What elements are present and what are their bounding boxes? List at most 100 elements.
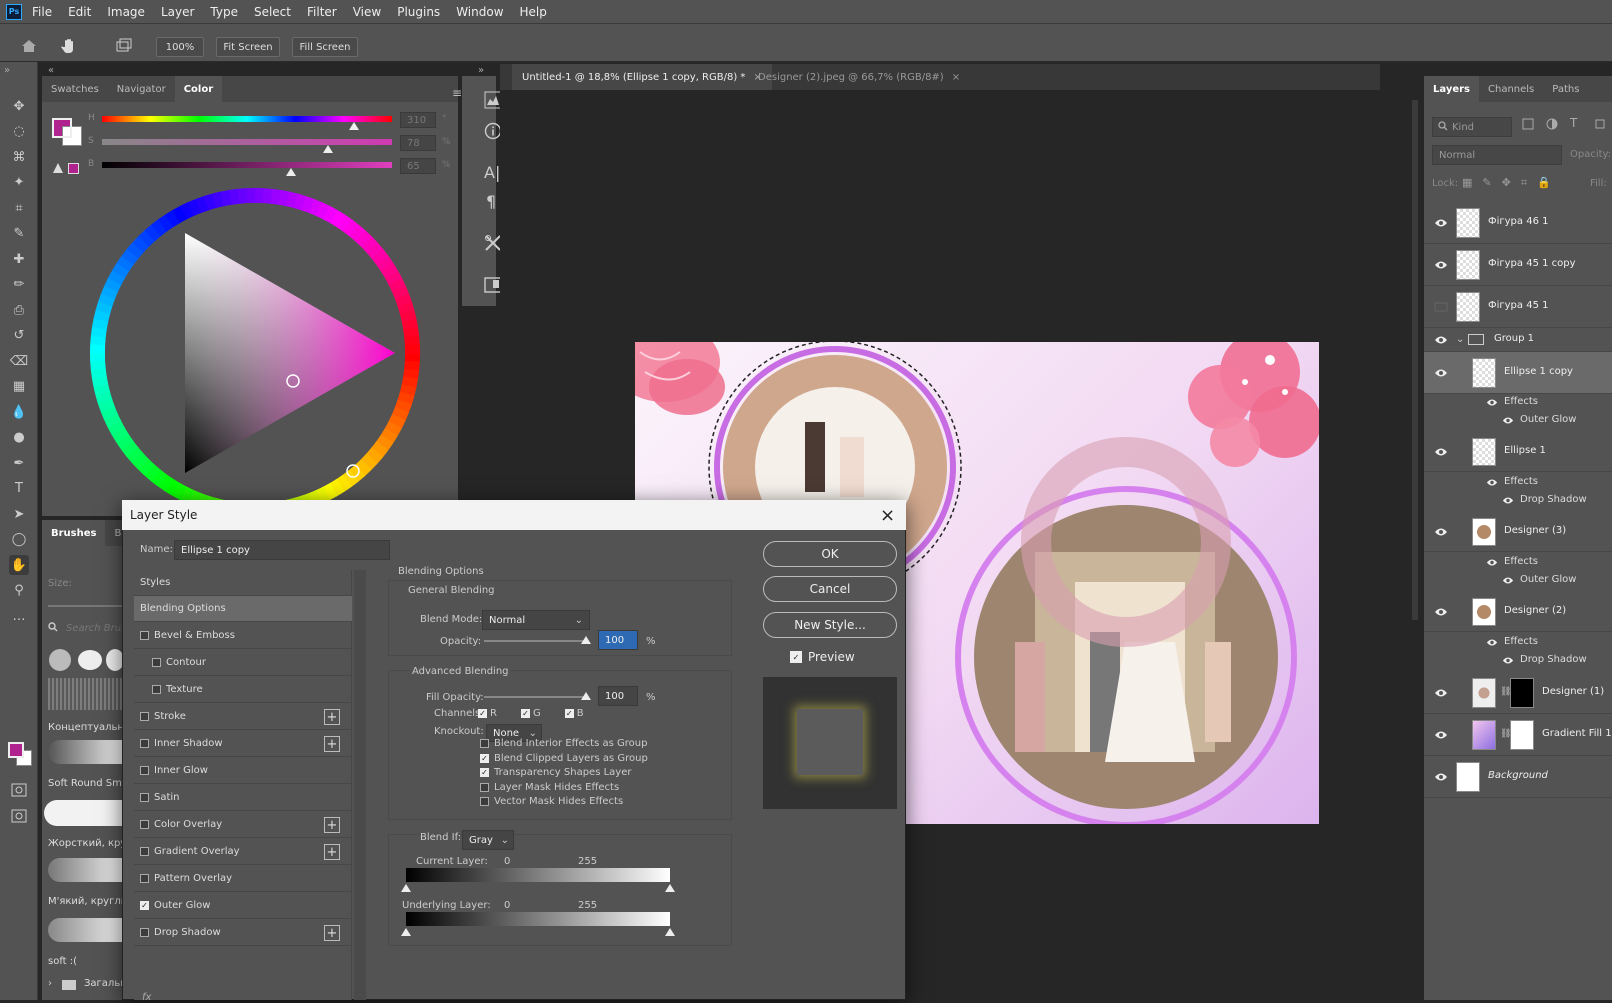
- layer-row[interactable]: Фігура 46 1: [1424, 202, 1612, 244]
- layer-name[interactable]: Фігура 46 1: [1488, 216, 1548, 227]
- layer-row[interactable]: Фігура 45 1 copy: [1424, 244, 1612, 286]
- spot-healing-icon[interactable]: ✚: [9, 249, 29, 269]
- layer-name[interactable]: Ellipse 1 copy: [1504, 366, 1573, 377]
- advanced-option[interactable]: Vector Mask Hides Effects: [480, 796, 623, 807]
- name-field[interactable]: Ellipse 1 copy: [174, 540, 390, 560]
- layer-row[interactable]: Фігура 45 1: [1424, 286, 1612, 328]
- pixel-filter-icon[interactable]: [1522, 118, 1534, 130]
- eye-icon[interactable]: [1434, 527, 1448, 537]
- style-checkbox[interactable]: [152, 658, 161, 667]
- tab-layers[interactable]: Layers: [1424, 76, 1479, 102]
- lasso-icon[interactable]: ⌘: [9, 147, 29, 167]
- style-row[interactable]: Contour: [134, 650, 352, 676]
- layer-name[interactable]: Group 1: [1494, 333, 1534, 344]
- shape-filter-icon[interactable]: [1594, 118, 1606, 130]
- layer-effect-row[interactable]: Drop Shadow: [1424, 492, 1612, 510]
- brush-stroke-preview[interactable]: [48, 740, 122, 764]
- style-row[interactable]: Pattern Overlay: [134, 866, 352, 892]
- add-style-icon[interactable]: +: [324, 736, 340, 752]
- menu-edit[interactable]: Edit: [68, 5, 91, 19]
- advanced-option-checkbox[interactable]: [480, 797, 489, 806]
- adjustment-filter-icon[interactable]: [1546, 118, 1558, 130]
- style-row[interactable]: Gradient Overlay +: [134, 839, 352, 865]
- hand-icon[interactable]: ✋: [9, 555, 29, 575]
- style-checkbox[interactable]: [140, 928, 149, 937]
- ellipse-tool-icon[interactable]: ◯: [9, 530, 29, 550]
- layer-thumbnail[interactable]: [1472, 678, 1496, 708]
- menu-view[interactable]: View: [353, 5, 381, 19]
- fill-opacity-slider[interactable]: [484, 696, 588, 698]
- layer-effect-row[interactable]: Effects: [1424, 394, 1612, 412]
- slider-thumb-b[interactable]: [285, 168, 296, 176]
- blur-icon[interactable]: 💧: [9, 402, 29, 422]
- layer-thumbnail[interactable]: [1472, 720, 1496, 750]
- eye-icon[interactable]: [1502, 416, 1514, 425]
- tab-designer-2[interactable]: Designer (2).jpeg @ 66,7% (RGB/8#) ×: [748, 64, 970, 90]
- layer-effect-row[interactable]: Effects: [1424, 554, 1612, 572]
- layer-effect-row[interactable]: Effects: [1424, 634, 1612, 652]
- layer-row[interactable]: Ellipse 1: [1424, 432, 1612, 472]
- channel-b[interactable]: ✓ B: [553, 708, 584, 719]
- style-row[interactable]: Satin: [134, 785, 352, 811]
- eye-icon[interactable]: [1434, 260, 1448, 270]
- tab-color[interactable]: Color: [174, 76, 223, 102]
- slider-value-s[interactable]: 78: [400, 135, 436, 151]
- add-style-icon[interactable]: +: [324, 844, 340, 860]
- photoshop-logo[interactable]: Ps: [6, 3, 22, 20]
- color-wheel[interactable]: [90, 188, 420, 518]
- style-checkbox[interactable]: [140, 712, 149, 721]
- style-checkbox[interactable]: [140, 766, 149, 775]
- style-checkbox[interactable]: [140, 847, 149, 856]
- zoom-100-button[interactable]: 100%: [156, 37, 204, 57]
- move-icon[interactable]: ✥: [9, 96, 29, 116]
- eye-icon[interactable]: [1434, 218, 1448, 228]
- layer-name[interactable]: Designer (1): [1542, 686, 1604, 697]
- advanced-option[interactable]: Blend Interior Effects as Group: [480, 738, 647, 749]
- style-row[interactable]: Blending Options: [134, 596, 352, 622]
- tab-swatches[interactable]: Swatches: [42, 76, 108, 102]
- fill-opacity-input[interactable]: 100: [598, 686, 638, 706]
- eye-icon[interactable]: [1486, 558, 1498, 567]
- advanced-option-checkbox[interactable]: ✓: [480, 768, 489, 777]
- slider-b[interactable]: [102, 162, 392, 168]
- eye-icon[interactable]: [1502, 496, 1514, 505]
- eye-icon[interactable]: [1502, 656, 1514, 665]
- menu-image[interactable]: Image: [107, 5, 145, 19]
- layer-thumbnail[interactable]: [1472, 358, 1496, 388]
- blend-if-select[interactable]: Gray ⌄: [462, 830, 514, 850]
- dodge-icon[interactable]: ●: [9, 428, 29, 448]
- close-icon[interactable]: ×: [952, 72, 960, 83]
- brush-size-slider[interactable]: [48, 605, 122, 607]
- chevron-right-icon[interactable]: ›: [48, 978, 52, 989]
- brush-icon[interactable]: ✏: [9, 275, 29, 295]
- tab-brushes[interactable]: Brushes: [42, 520, 106, 546]
- brush-stroke-preview[interactable]: [44, 800, 122, 826]
- style-checkbox[interactable]: [152, 685, 161, 694]
- style-row[interactable]: Drop Shadow +: [134, 920, 352, 946]
- style-checkbox[interactable]: ✓: [140, 901, 149, 910]
- ok-button[interactable]: OK: [763, 541, 897, 567]
- layer-effect-row[interactable]: Drop Shadow: [1424, 652, 1612, 670]
- eye-icon[interactable]: [1434, 447, 1448, 457]
- fit-screen-button[interactable]: Fit Screen: [216, 37, 280, 57]
- paragraph-icon[interactable]: ¶: [486, 192, 496, 211]
- layer-mask-thumbnail[interactable]: [1510, 720, 1534, 750]
- type-filter-icon[interactable]: T: [1570, 116, 1577, 130]
- slider-s[interactable]: [102, 139, 392, 145]
- layer-row[interactable]: Designer (2): [1424, 592, 1612, 632]
- style-checkbox[interactable]: [140, 793, 149, 802]
- brush-item[interactable]: М'який, круглий: [48, 896, 134, 907]
- screen-mode-icon[interactable]: [9, 806, 29, 826]
- slider-value-h[interactable]: 310: [400, 112, 436, 128]
- layer-row[interactable]: Background: [1424, 756, 1612, 798]
- brush-stroke-preview[interactable]: [48, 858, 122, 882]
- layer-thumbnail[interactable]: [1456, 250, 1480, 280]
- layer-thumbnail[interactable]: [1456, 292, 1480, 322]
- layer-effect-row[interactable]: Effects: [1424, 474, 1612, 492]
- pen-icon[interactable]: ✒: [9, 453, 29, 473]
- home-icon[interactable]: [20, 38, 38, 54]
- layer-row[interactable]: Ellipse 1 copy: [1424, 352, 1612, 394]
- preview-checkbox[interactable]: ✓ Preview: [790, 650, 855, 664]
- layer-row[interactable]: Designer (3): [1424, 512, 1612, 552]
- layer-thumbnail[interactable]: [1472, 438, 1496, 466]
